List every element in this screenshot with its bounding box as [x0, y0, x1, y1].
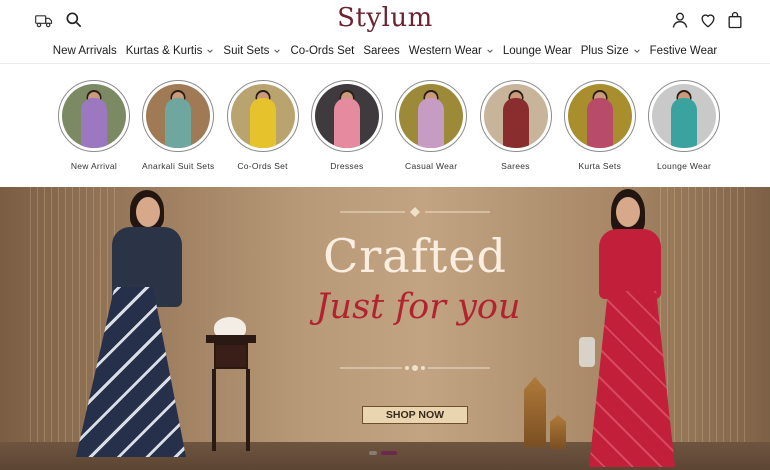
category-item[interactable]: Kurta Sets: [560, 80, 640, 171]
category-photo-outfit: [586, 98, 613, 148]
chevron-down-icon: [206, 47, 214, 55]
chevron-down-icon: [633, 47, 641, 55]
shop-now-button[interactable]: SHOP NOW: [362, 406, 468, 424]
category-image: [142, 80, 215, 152]
site-header: Stylum: [0, 0, 770, 38]
category-label: Co-Ords Set: [237, 161, 288, 171]
carousel-dot[interactable]: [381, 451, 397, 455]
nav-item[interactable]: Suit Sets: [223, 42, 281, 60]
category-item[interactable]: Sarees: [476, 80, 556, 171]
category-photo: [652, 84, 717, 148]
category-label: Casual Wear: [405, 161, 458, 171]
chevron-down-icon: [486, 47, 494, 55]
category-photo-outfit: [165, 98, 192, 148]
category-image: [395, 80, 468, 152]
nav-item-label: Sarees: [363, 45, 400, 57]
nav-item-label: Plus Size: [580, 45, 629, 57]
category-image: [563, 80, 636, 152]
category-label: Lounge Wear: [657, 161, 712, 171]
category-image: [648, 80, 721, 152]
nav-divider: [0, 63, 770, 64]
ornament-top: [340, 207, 490, 217]
category-item[interactable]: Co-Ords Set: [223, 80, 303, 171]
category-photo: [230, 84, 295, 148]
wishlist-icon[interactable]: [698, 10, 718, 30]
category-photo: [146, 84, 211, 148]
category-photo: [62, 84, 126, 148]
category-photo-outfit: [671, 98, 698, 148]
banner-tagline: Just for you: [315, 287, 521, 327]
category-item[interactable]: Anarkali Suit Sets: [138, 80, 218, 171]
ornament-bottom: [340, 363, 490, 373]
banner-headline: Crafted: [323, 229, 507, 283]
category-strip: New Arrival Anarkali Suit Sets Co-Ords Set…: [54, 80, 734, 180]
category-item[interactable]: Lounge Wear: [644, 80, 724, 171]
nav-item[interactable]: New Arrivals: [53, 42, 117, 60]
logo-text[interactable]: Stylum: [337, 3, 433, 33]
logo: Stylum: [0, 3, 770, 33]
nav-item-label: Festive Wear: [649, 45, 718, 57]
category-label: Sarees: [501, 161, 530, 171]
category-photo: [314, 84, 379, 148]
category-image: [226, 80, 299, 152]
hero-banner[interactable]: Crafted Just for you SHOP NOW: [0, 187, 770, 470]
nav-item-label: Kurtas & Kurtis: [125, 45, 203, 57]
nav-item[interactable]: Lounge Wear: [503, 42, 572, 60]
nav-item-label: Suit Sets: [223, 45, 270, 57]
carousel-dots: [369, 451, 397, 455]
category-label: New Arrival: [70, 161, 118, 171]
nav-item-label: Lounge Wear: [502, 45, 572, 57]
main-nav: New Arrivals Kurtas & Kurtis Suit Sets Co-O…: [0, 42, 770, 60]
nav-item-label: New Arrivals: [52, 45, 117, 57]
category-image: [479, 80, 552, 152]
banner-curtain-right: [660, 187, 750, 470]
category-label: Anarkali Suit Sets: [142, 161, 215, 171]
category-photo-outfit: [502, 98, 529, 148]
nav-item[interactable]: Co-Ords Set: [290, 42, 354, 60]
category-photo-outfit: [249, 98, 276, 148]
category-photo: [567, 84, 632, 148]
nav-item[interactable]: Western Wear: [409, 42, 494, 60]
category-label: Kurta Sets: [578, 161, 622, 171]
carousel-dot[interactable]: [369, 451, 377, 455]
nav-item[interactable]: Sarees: [363, 42, 399, 60]
category-photo-outfit: [333, 98, 360, 148]
category-photo: [399, 84, 464, 148]
category-label: Dresses: [330, 161, 364, 171]
category-photo-outfit: [81, 98, 107, 148]
category-photo-outfit: [418, 98, 445, 148]
category-image: [58, 80, 130, 152]
account-icon[interactable]: [670, 10, 690, 30]
category-item[interactable]: Dresses: [307, 80, 387, 171]
nav-item[interactable]: Kurtas & Kurtis: [126, 42, 215, 60]
category-image: [310, 80, 383, 152]
nav-item-label: Co-Ords Set: [290, 45, 355, 57]
nav-item-label: Western Wear: [408, 45, 482, 57]
nav-item[interactable]: Festive Wear: [650, 42, 718, 60]
category-item[interactable]: Casual Wear: [391, 80, 471, 171]
chevron-down-icon: [273, 47, 281, 55]
category-item[interactable]: New Arrival: [54, 80, 134, 171]
nav-item[interactable]: Plus Size: [581, 42, 641, 60]
category-photo: [483, 84, 548, 148]
cart-icon[interactable]: [725, 10, 745, 30]
